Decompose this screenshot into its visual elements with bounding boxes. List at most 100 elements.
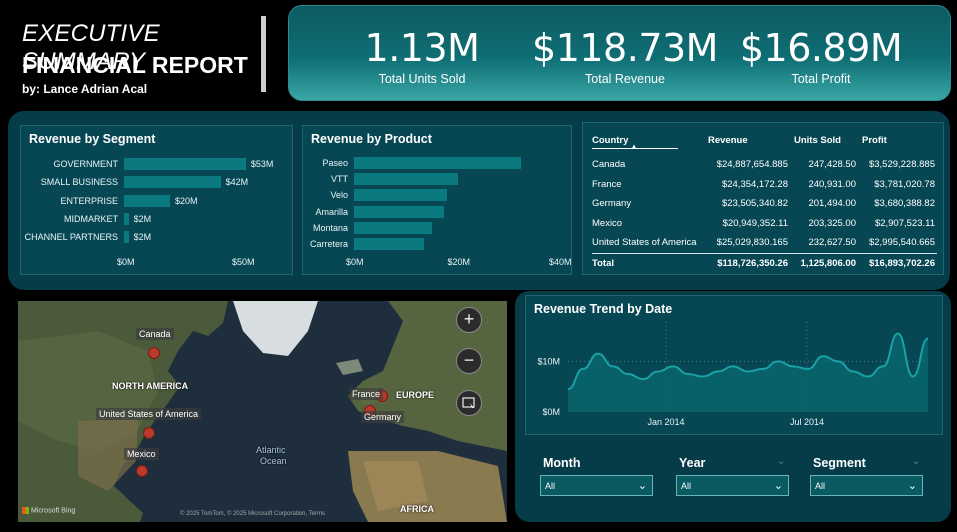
- chevron-down-icon: ⌄: [773, 480, 783, 492]
- total-label: Total: [592, 258, 614, 269]
- cell-profit: $2,995,540.665: [868, 237, 935, 249]
- map-label-germany: Germany: [361, 411, 405, 423]
- bar[interactable]: [124, 158, 246, 170]
- category-label: Velo: [330, 190, 348, 201]
- map-region-africa: AFRICA: [400, 504, 434, 514]
- report-subtitle: FINANCIAL REPORT: [22, 52, 248, 78]
- col-header-units-sold[interactable]: Units Sold: [794, 135, 841, 146]
- x-tick-label: $20M: [447, 257, 471, 267]
- data-label: $20M: [175, 195, 198, 206]
- x-tick-label: Jan 2014: [647, 417, 684, 427]
- zoom-in-button[interactable]: +: [456, 307, 482, 333]
- total-units-sold: 1,125,806.00: [800, 258, 856, 269]
- x-tick-label: $50M: [232, 257, 255, 267]
- chevron-down-icon: ⌄: [907, 480, 917, 492]
- kpi-label: Total Units Sold: [378, 72, 466, 86]
- cell-revenue: $24,354,172.28: [721, 178, 788, 190]
- total-revenue: $118,726,350.26: [717, 258, 788, 269]
- map-label-france: France: [349, 388, 384, 400]
- map-label-ocean: Ocean: [260, 456, 287, 466]
- category-label: Carretera: [309, 239, 348, 249]
- revenue-by-segment-chart[interactable]: Revenue by Segment GOVERNMENT $53M SMALL B…: [20, 125, 293, 275]
- category-label: SMALL BUSINESS: [40, 177, 118, 188]
- bar[interactable]: [124, 231, 129, 244]
- trend-plot: $10M $0M Jan 2014 Jul 2014: [537, 322, 929, 427]
- slicer-segment-dropdown[interactable]: All ⌄: [810, 475, 923, 496]
- bar[interactable]: [354, 157, 522, 169]
- kpi-card: 1.13M Total Units Sold $118.73M Total Re…: [288, 5, 951, 101]
- cell-profit: $3,781,020.78: [874, 178, 935, 190]
- bing-brand-text: Microsoft Bing: [30, 507, 76, 515]
- col-header-country[interactable]: Country: [592, 135, 628, 146]
- cell-country: Canada: [592, 159, 626, 170]
- y-tick-label: $10M: [537, 356, 560, 366]
- cell-country: Mexico: [592, 217, 623, 229]
- cell-country: Germany: [592, 198, 632, 210]
- cell-revenue: $20,949,352.11: [722, 217, 788, 229]
- data-label: $53M: [250, 159, 274, 169]
- zoom-out-button[interactable]: −: [456, 348, 482, 374]
- col-header-profit[interactable]: Profit: [862, 135, 887, 146]
- x-tick-label: Jul 2014: [790, 417, 824, 427]
- revenue-by-product-chart[interactable]: Revenue by Product Paseo VTT Velo Amarilla M…: [302, 125, 572, 275]
- slicer-year-dropdown[interactable]: All ⌄: [676, 475, 789, 496]
- kpi-total-profit[interactable]: $16.89M Total Profit: [733, 26, 909, 86]
- data-label: $2M: [133, 213, 152, 224]
- map-region-north-america: NORTH AMERICA: [112, 381, 189, 391]
- report-author: by: Lance Adrian Acal: [22, 82, 148, 96]
- cell-profit: $3,680,388.82: [874, 198, 935, 210]
- map-label-atlantic: Atlantic: [256, 445, 286, 455]
- category-label: MIDMARKET: [64, 213, 118, 224]
- kpi-total-revenue[interactable]: $118.73M Total Revenue: [525, 26, 725, 86]
- map-pin-mexico[interactable]: [136, 465, 148, 477]
- chart-title: Revenue by Product: [311, 132, 432, 146]
- total-divider: [592, 253, 937, 254]
- map-copyright[interactable]: © 2025 TomTom, © 2025 Microsoft Corporat…: [180, 511, 325, 517]
- slicer-segment-label: Segment: [813, 456, 866, 470]
- revenue-map[interactable]: Canada United States of America Mexico F…: [18, 301, 507, 522]
- cell-country: France: [592, 178, 622, 190]
- bar[interactable]: [354, 189, 447, 202]
- kpi-units-sold[interactable]: 1.13M Total Units Sold: [357, 26, 487, 86]
- chart-title: Revenue by Segment: [29, 132, 156, 146]
- chevron-down-icon[interactable]: ⌄: [912, 456, 920, 467]
- bar[interactable]: [124, 176, 221, 189]
- sort-caret-icon: ▲: [631, 144, 637, 150]
- bar[interactable]: [124, 212, 129, 225]
- cell-revenue: $24,887,654.885: [716, 159, 788, 170]
- cell-revenue: $23,505,340.82: [721, 198, 788, 210]
- category-label: Paseo: [322, 158, 348, 168]
- chevron-down-icon: ⌄: [637, 480, 647, 492]
- select-area-button[interactable]: [456, 390, 482, 416]
- map-pin-usa[interactable]: [143, 427, 155, 439]
- chevron-down-icon[interactable]: ⌄: [777, 456, 785, 467]
- category-label: CHANNEL PARTNERS: [24, 232, 118, 243]
- cell-profit: $3,529,228.885: [868, 159, 935, 170]
- cell-units-sold: 232,627.50: [808, 237, 856, 249]
- bar[interactable]: [354, 173, 459, 186]
- kpi-label: Total Revenue: [585, 72, 665, 86]
- bar[interactable]: [354, 205, 444, 218]
- bar[interactable]: [354, 221, 433, 234]
- map-pin-canada[interactable]: [148, 347, 160, 359]
- kpi-value: $16.89M: [739, 26, 903, 70]
- map-label-canada: Canada: [136, 328, 174, 340]
- col-header-revenue[interactable]: Revenue: [708, 135, 748, 146]
- x-tick-label: $40M: [549, 257, 572, 267]
- x-tick-label: $0M: [346, 257, 364, 267]
- microsoft-logo-icon: [22, 507, 29, 514]
- kpi-value: 1.13M: [364, 26, 480, 70]
- country-table[interactable]: Country Revenue Units Sold Profit ▲ Cana…: [582, 122, 944, 275]
- slicer-month-dropdown[interactable]: All ⌄: [540, 475, 653, 496]
- revenue-trend-chart[interactable]: Revenue Trend by Date $10M $0M Jan 2014 Jul…: [525, 295, 943, 435]
- cell-units-sold: 203,325.00: [808, 217, 856, 229]
- category-label: Amarilla: [315, 206, 348, 217]
- map-region-europe: EUROPE: [396, 390, 435, 400]
- bar[interactable]: [354, 238, 425, 250]
- category-label: ENTERPRISE: [60, 195, 118, 206]
- map-background: [18, 301, 507, 522]
- data-label: $42M: [225, 177, 249, 188]
- bar[interactable]: [124, 194, 170, 207]
- header-divider: [261, 16, 266, 92]
- map-label-mexico: Mexico: [124, 448, 159, 460]
